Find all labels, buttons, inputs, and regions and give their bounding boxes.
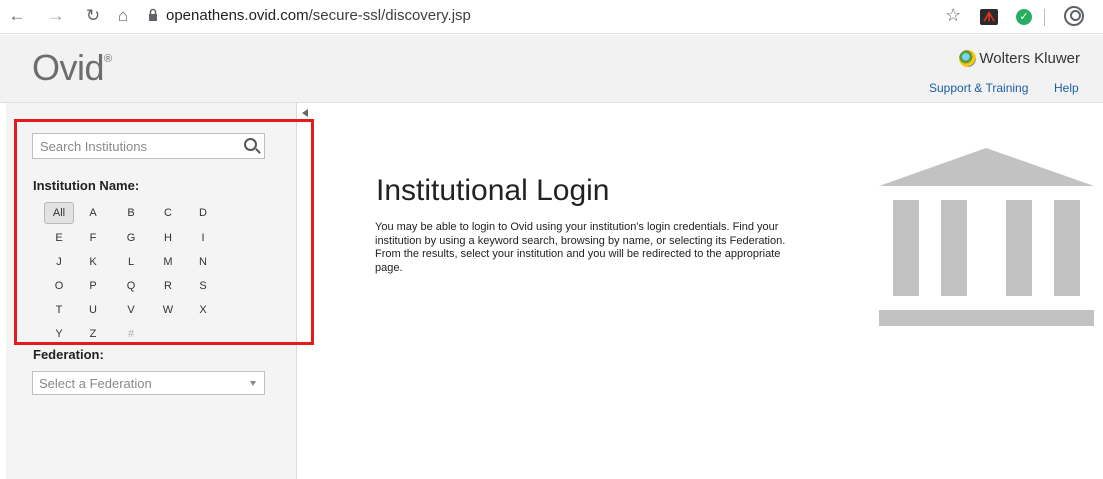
pdf-extension-icon[interactable]: ᗑ [980, 9, 998, 25]
federation-label: Federation: [33, 347, 104, 362]
dropdown-caret-icon [250, 381, 256, 386]
toolbar-divider [1044, 9, 1045, 26]
support-training-link[interactable]: Support & Training [929, 81, 1028, 95]
login-instructions: You may be able to login to Ovid using y… [375, 221, 786, 274]
shield-check-extension-icon[interactable]: ✓ [1016, 9, 1032, 25]
reload-icon[interactable]: ↻ [82, 5, 104, 27]
logo-text: Ovid [32, 47, 105, 88]
collapse-sidebar-icon[interactable] [302, 109, 308, 117]
home-icon[interactable]: ⌂ [112, 5, 134, 27]
bookmark-star-icon[interactable]: ☆ [945, 5, 961, 26]
browser-toolbar: ← → ↻ ⌂ openathens.ovid.com/secure-ssl/d… [0, 0, 1103, 34]
ovid-logo[interactable]: Ovid® [32, 47, 112, 89]
building-icon [879, 148, 1094, 326]
forward-arrow-icon[interactable]: → [45, 5, 67, 27]
help-link[interactable]: Help [1054, 81, 1079, 95]
back-arrow-icon[interactable]: ← [6, 5, 28, 27]
url-path: /secure-ssl/discovery.jsp [308, 7, 471, 24]
wolters-kluwer-brand: Wolters Kluwer [959, 50, 1080, 67]
registered-mark: ® [104, 53, 112, 65]
federation-select[interactable]: Select a Federation [32, 371, 265, 395]
company-name: Wolters Kluwer [979, 50, 1080, 67]
federation-select-value: Select a Federation [39, 376, 152, 391]
account-icon[interactable] [1064, 6, 1084, 26]
page-title: Institutional Login [376, 174, 610, 207]
url-domain: openathens.ovid.com [166, 7, 309, 24]
wolters-kluwer-logo-icon [959, 50, 977, 67]
address-bar[interactable]: openathens.ovid.com/secure-ssl/discovery… [166, 7, 471, 24]
lock-icon [149, 8, 157, 21]
highlight-annotation-box [14, 119, 314, 345]
